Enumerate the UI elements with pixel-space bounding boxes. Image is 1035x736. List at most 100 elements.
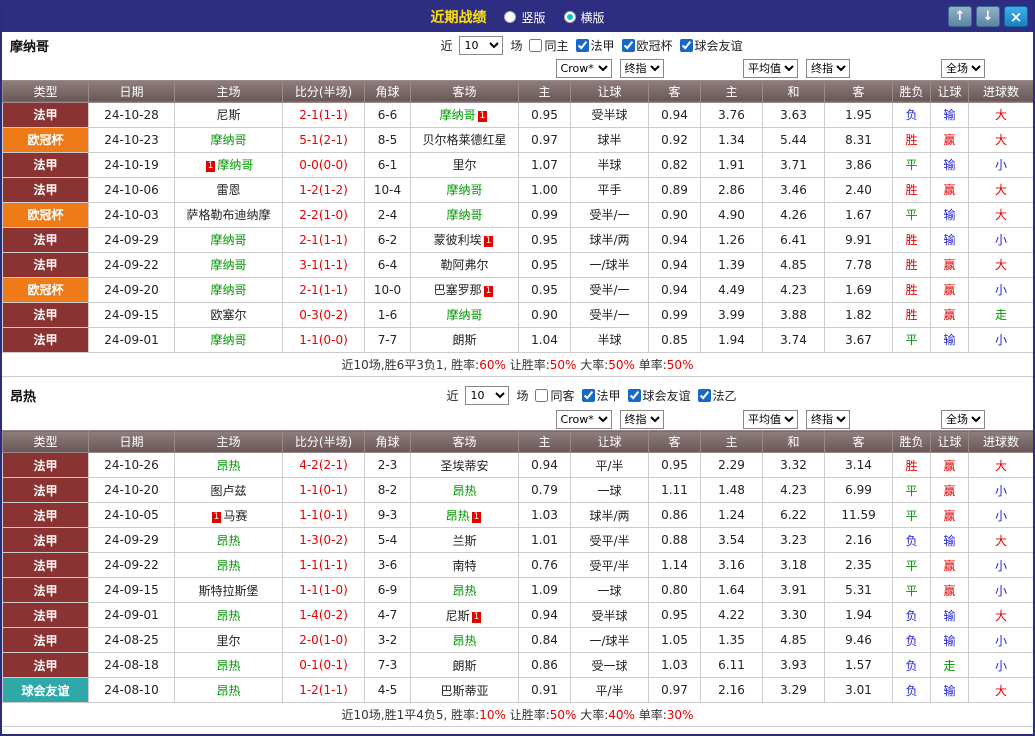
- league-cell: 法甲: [2, 477, 89, 503]
- table-row: 法甲 24-09-22 昂热 1-1(1-1) 3-6 南特 0.76 受平/半 1.14 3.1…: [2, 552, 1033, 578]
- column-header: 让球: [930, 79, 970, 103]
- outcome-handicap-cell: 输: [930, 627, 970, 653]
- euro-home-odds-cell: 1.91: [700, 151, 764, 178]
- asian-odds-stage-select[interactable]: 终指: [619, 409, 664, 429]
- outcome-wdl-cell: 平: [892, 326, 932, 353]
- outcome-handicap-cell: 赢: [930, 301, 970, 328]
- handicap-line-cell: 半球: [570, 326, 649, 353]
- match-scope-select[interactable]: 全场: [941, 59, 986, 79]
- column-header: 主: [700, 79, 764, 103]
- euro-away-odds-cell: 3.01: [824, 677, 894, 703]
- corners-cell: 2-3: [364, 452, 411, 478]
- home-team-cell: 昂热: [174, 552, 283, 578]
- date-cell: 24-10-19: [88, 151, 175, 178]
- match-count-select[interactable]: 10: [459, 35, 504, 55]
- asian-odds-stage-select[interactable]: 终指: [619, 59, 664, 79]
- filter-checkbox[interactable]: 法乙: [697, 387, 737, 404]
- asian-home-odds-cell: 0.95: [518, 276, 571, 303]
- league-cell: 欧冠杯: [2, 276, 89, 303]
- outcome-handicap-cell: 输: [930, 226, 970, 253]
- league-cell: 法甲: [2, 176, 89, 203]
- checkbox-input[interactable]: [575, 38, 589, 52]
- outcome-wdl-cell: 胜: [892, 251, 932, 278]
- up-arrow-button[interactable]: ↑: [948, 6, 972, 27]
- euro-draw-odds-cell: 3.93: [762, 652, 826, 678]
- outcome-wdl-cell: 胜: [892, 226, 932, 253]
- away-team-cell: 昂热: [410, 627, 519, 653]
- filter-checkbox[interactable]: 球会友谊: [627, 387, 691, 404]
- outcome-wdl-cell: 平: [892, 502, 932, 528]
- euro-odds-source-select[interactable]: 平均值: [743, 409, 799, 429]
- table-row: 法甲 24-10-26 昂热 4-2(2-1) 2-3 圣埃蒂安 0.94 平/半 0.95 2.…: [2, 452, 1033, 478]
- asian-away-odds-cell: 1.14: [647, 552, 702, 578]
- handicap-line-cell: 球半/两: [570, 226, 649, 253]
- column-header: 进球数: [968, 79, 1033, 103]
- asian-home-odds-cell: 0.90: [518, 301, 571, 328]
- filter-checkbox[interactable]: 法甲: [581, 387, 621, 404]
- asian-away-odds-cell: 0.90: [647, 201, 702, 228]
- euro-home-odds-cell: 1.48: [700, 477, 764, 503]
- euro-odds-stage-select[interactable]: 终指: [806, 59, 851, 79]
- checkbox-label: 法甲: [590, 38, 615, 53]
- euro-draw-odds-cell: 3.32: [762, 452, 826, 478]
- asian-odds-source-select[interactable]: Crow*: [555, 409, 612, 429]
- match-scope-select[interactable]: 全场: [941, 409, 986, 429]
- column-header: 胜负: [892, 79, 932, 103]
- euro-draw-odds-cell: 5.44: [762, 126, 826, 153]
- layout-radio-horizontal[interactable]: 横版: [563, 9, 605, 26]
- layout-radio-vertical[interactable]: 竖版: [504, 9, 546, 26]
- asian-home-odds-cell: 0.91: [518, 677, 571, 703]
- filter-checkbox[interactable]: 同客: [535, 387, 575, 404]
- home-team-cell: 斯特拉斯堡: [174, 577, 283, 603]
- asian-away-odds-cell: 0.89: [647, 176, 702, 203]
- filter-row-cell: Crow* 终指: [518, 58, 701, 80]
- away-team-cell: 巴塞罗那 1: [410, 276, 519, 303]
- asian-odds-source-select[interactable]: Crow*: [555, 59, 612, 79]
- corners-cell: 8-5: [364, 126, 411, 153]
- handicap-line-cell: 受半/一: [570, 276, 649, 303]
- asian-home-odds-cell: 0.95: [518, 226, 571, 253]
- euro-odds-source-select[interactable]: 平均值: [743, 59, 799, 79]
- match-count-select[interactable]: 10: [465, 386, 510, 405]
- checkbox-input[interactable]: [697, 389, 711, 402]
- euro-home-odds-cell: 4.49: [700, 276, 764, 303]
- euro-home-odds-cell: 3.99: [700, 301, 764, 328]
- euro-draw-odds-cell: 3.29: [762, 677, 826, 703]
- euro-odds-stage-select[interactable]: 终指: [806, 409, 851, 429]
- checkbox-input[interactable]: [581, 389, 595, 402]
- column-header: 客: [647, 430, 702, 453]
- table-row: 欧冠杯 24-10-03 萨格勒布迪纳摩 2-2(1-0) 2-4 摩纳哥 0.99 受半/一…: [2, 201, 1033, 228]
- asian-away-odds-cell: 0.94: [647, 276, 702, 303]
- away-team-cell: 昂热: [410, 477, 519, 503]
- team-label: 摩纳哥: [210, 133, 247, 147]
- filter-checkbox[interactable]: 同主: [529, 37, 569, 54]
- checkbox-input[interactable]: [529, 38, 543, 52]
- team-label: 图卢兹: [210, 483, 247, 498]
- outcome-goals-cell: 小: [968, 477, 1033, 503]
- euro-away-odds-cell: 1.94: [824, 602, 894, 628]
- table-row: 法甲 24-08-25 里尔 2-0(1-0) 3-2 昂热 0.84 一/球半 1.05 1.3…: [2, 627, 1033, 653]
- column-header: 胜负: [892, 430, 932, 453]
- team-label: 摩纳哥: [446, 308, 483, 322]
- outcome-goals-cell: 走: [968, 301, 1033, 328]
- filter-checkbox[interactable]: 法甲: [575, 37, 615, 54]
- team-label: 欧塞尔: [210, 308, 247, 322]
- checkbox-input[interactable]: [627, 389, 641, 402]
- outcome-goals-cell: 大: [968, 602, 1033, 628]
- checkbox-input[interactable]: [535, 389, 549, 402]
- down-arrow-button[interactable]: ↓: [976, 6, 1000, 27]
- filter-checkbox[interactable]: 球会友谊: [679, 37, 743, 54]
- outcome-wdl-cell: 胜: [892, 452, 932, 478]
- red-card-badge: 1: [211, 511, 222, 523]
- asian-home-odds-cell: 0.76: [518, 552, 571, 578]
- home-team-cell: 欧塞尔: [174, 301, 283, 328]
- filter-checkbox[interactable]: 欧冠杯: [621, 37, 673, 54]
- close-button[interactable]: ×: [1004, 6, 1028, 27]
- away-team-cell: 南特: [410, 552, 519, 578]
- summary-segment: 60%: [479, 357, 506, 372]
- up-arrow-icon: ↑: [954, 9, 966, 24]
- checkbox-input[interactable]: [621, 38, 635, 52]
- outcome-handicap-cell: 输: [930, 201, 970, 228]
- checkbox-input[interactable]: [679, 38, 693, 52]
- score-cell: 1-1(0-0): [282, 326, 365, 353]
